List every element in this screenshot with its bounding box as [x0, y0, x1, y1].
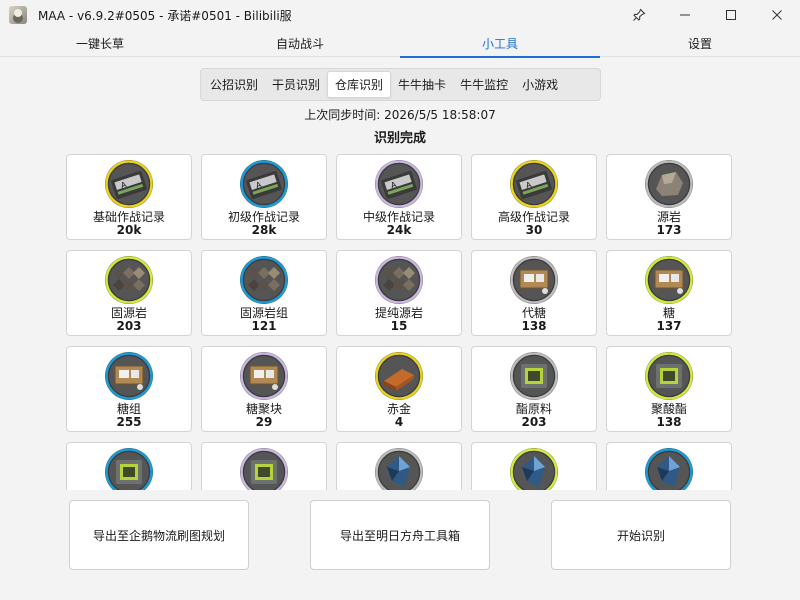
item-count: 4: [394, 415, 404, 429]
oriron-icon: [509, 447, 559, 490]
close-icon: [772, 10, 782, 20]
depot-item-card: [471, 442, 597, 490]
pure-gold-icon: [374, 351, 424, 401]
depot-item-card: 糖聚块 29: [201, 346, 327, 432]
orirock-concentration-icon: [374, 255, 424, 305]
item-count: 30: [525, 223, 543, 237]
item-count: 15: [390, 319, 408, 333]
minimize-icon: [680, 14, 690, 16]
tab-auto-battle[interactable]: 自动战斗: [200, 30, 400, 57]
start-recognition-button[interactable]: 开始识别: [551, 500, 731, 570]
item-count: 29: [255, 415, 273, 429]
oriron-shard-icon: [374, 447, 424, 490]
sugar-lump-icon: [239, 351, 289, 401]
sugar-pack-icon: [104, 351, 154, 401]
depot-item-card: 固源岩组 121: [201, 250, 327, 336]
sugar-icon: [644, 255, 694, 305]
depot-item-card: [336, 442, 462, 490]
item-count: 255: [116, 415, 142, 429]
orirock-cube-icon: [104, 255, 154, 305]
close-button[interactable]: [754, 0, 800, 30]
tab-farming[interactable]: 一键长草: [0, 30, 200, 57]
recognition-status: 识别完成: [373, 131, 426, 146]
battle-record-intermediate-icon: A: [374, 159, 424, 209]
export-toolbox-button[interactable]: 导出至明日方舟工具箱: [310, 500, 490, 570]
window-title: MAA - v6.9.2#0505 - 承诺#0501 - Bilibili服: [38, 9, 292, 23]
item-count: 121: [251, 319, 277, 333]
export-penguin-button[interactable]: 导出至企鹅物流刷图规划: [69, 500, 249, 570]
depot-item-card: 源岩 173: [606, 154, 732, 240]
tools-sub-tab-bar: 公招识别 干员识别 仓库识别 牛牛抽卡 牛牛监控 小游戏: [200, 68, 601, 101]
subtab-recruit[interactable]: 公招识别: [203, 71, 265, 98]
depot-item-card: 赤金 4: [336, 346, 462, 432]
main-tab-bar: 一键长草 自动战斗 小工具 设置: [0, 30, 800, 58]
oriron-cluster-icon: [644, 447, 694, 490]
battle-record-primary-icon: A: [239, 159, 289, 209]
item-count: 173: [656, 223, 682, 237]
item-count: 203: [521, 415, 547, 429]
depot-item-card: A 高级作战记录 30: [471, 154, 597, 240]
title-bar: MAA - v6.9.2#0505 - 承诺#0501 - Bilibili服: [0, 0, 800, 30]
depot-item-card: 酯原料 203: [471, 346, 597, 432]
depot-item-card: [606, 442, 732, 490]
item-count: 138: [521, 319, 547, 333]
tab-tools[interactable]: 小工具: [400, 30, 600, 58]
sugar-substitute-icon: [509, 255, 559, 305]
item-count: 20k: [116, 223, 142, 237]
depot-item-card: A 初级作战记录 28k: [201, 154, 327, 240]
depot-item-card: 固源岩 203: [66, 250, 192, 336]
depot-item-card: A 中级作战记录 24k: [336, 154, 462, 240]
last-sync-time: 上次同步时间: 2026/5/5 18:58:07: [304, 108, 496, 122]
subtab-monitor[interactable]: 牛牛监控: [453, 71, 515, 98]
item-count: 137: [656, 319, 682, 333]
item-count: 24k: [386, 223, 412, 237]
depot-item-card: 代糖 138: [471, 250, 597, 336]
subtab-gacha[interactable]: 牛牛抽卡: [391, 71, 453, 98]
subtab-operator[interactable]: 干员识别: [265, 71, 327, 98]
battle-record-basic-icon: A: [104, 159, 154, 209]
pin-icon: [633, 8, 646, 21]
depot-item-card: A 基础作战记录 20k: [66, 154, 192, 240]
minimize-button[interactable]: [662, 0, 708, 30]
subtab-depot[interactable]: 仓库识别: [327, 71, 392, 98]
depot-item-card: 提纯源岩 15: [336, 250, 462, 336]
pin-button[interactable]: [616, 0, 662, 30]
subtab-minigame[interactable]: 小游戏: [515, 71, 565, 98]
polyester-lump-icon: [239, 447, 289, 490]
depot-item-card: [66, 442, 192, 490]
orirock-icon: [644, 159, 694, 209]
polyester-pack-icon: [104, 447, 154, 490]
depot-item-grid[interactable]: A 基础作战记录 20k A 初级作战记录 28k A 中级作战记录 24k A 高级作战记录 30 源…: [66, 154, 736, 490]
item-count: 138: [656, 415, 682, 429]
maximize-button[interactable]: [708, 0, 754, 30]
app-logo-icon: [9, 6, 27, 24]
polyester-icon: [644, 351, 694, 401]
depot-item-card: 聚酸酯 138: [606, 346, 732, 432]
item-count: 28k: [251, 223, 277, 237]
tab-settings[interactable]: 设置: [600, 30, 800, 57]
depot-item-card: 糖组 255: [66, 346, 192, 432]
depot-item-card: [201, 442, 327, 490]
maximize-icon: [726, 10, 736, 20]
orirock-cluster-icon: [239, 255, 289, 305]
battle-record-advanced-icon: A: [509, 159, 559, 209]
depot-item-card: 糖 137: [606, 250, 732, 336]
item-count: 203: [116, 319, 142, 333]
ester-icon: [509, 351, 559, 401]
